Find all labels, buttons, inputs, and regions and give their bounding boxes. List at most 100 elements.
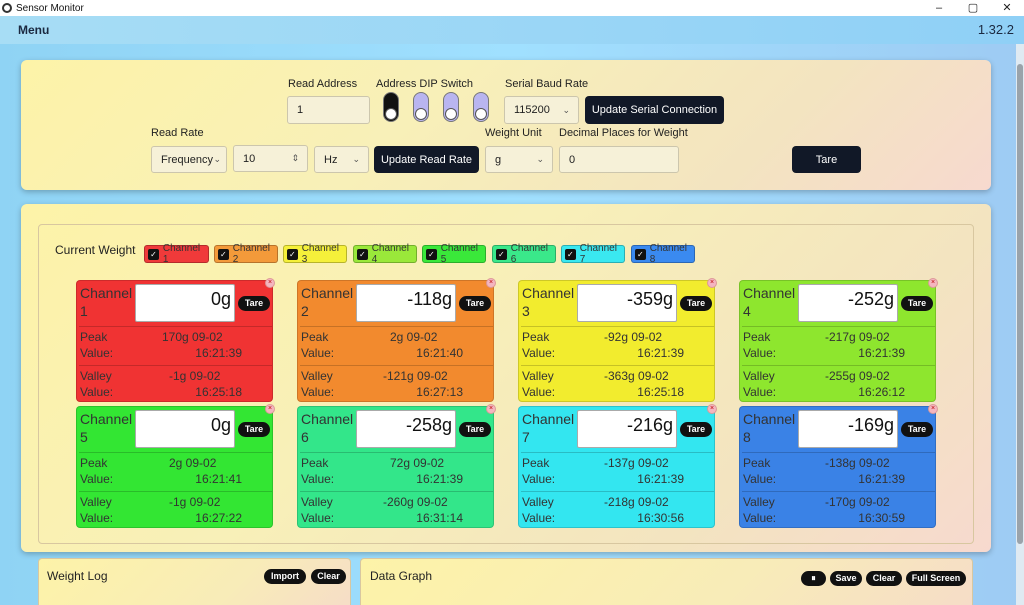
window-titlebar: Sensor Monitor – ▢ ✕ bbox=[0, 0, 1024, 16]
channel-weight-display: -216g bbox=[577, 410, 677, 448]
dip-switch-1[interactable] bbox=[383, 92, 399, 122]
checkbox-checked-icon[interactable]: ✓ bbox=[148, 248, 159, 260]
channel-toggle-3[interactable]: ✓ Channel 3 bbox=[283, 243, 347, 265]
dip-switch-3[interactable] bbox=[443, 92, 459, 122]
channel-tare-button[interactable]: Tare bbox=[680, 296, 712, 311]
checkbox-checked-icon[interactable]: ✓ bbox=[426, 248, 437, 260]
channel-card-7: Channel 7 -216g Tare × Peak Value: -137g 09-02… bbox=[518, 404, 717, 528]
valley-time: 16:25:18 bbox=[637, 385, 684, 399]
channel-close-icon[interactable]: × bbox=[486, 278, 496, 288]
read-rate-mode-select[interactable]: Frequency ⌄ bbox=[151, 146, 227, 173]
channel-close-icon[interactable]: × bbox=[707, 278, 717, 288]
peak-time: 16:21:39 bbox=[195, 346, 242, 360]
channel-toggle-2[interactable]: ✓ Channel 2 bbox=[214, 243, 278, 265]
checkbox-checked-icon[interactable]: ✓ bbox=[635, 248, 646, 260]
scrollbar-thumb[interactable] bbox=[1017, 64, 1023, 544]
save-graph-button[interactable]: Save bbox=[830, 571, 862, 586]
valley-time: 16:31:14 bbox=[416, 511, 463, 525]
read-rate-label: Read Rate bbox=[151, 127, 204, 139]
valley-value-label: Value: bbox=[522, 385, 556, 399]
channel-close-icon[interactable]: × bbox=[707, 404, 717, 414]
valley-time: 16:26:12 bbox=[858, 385, 905, 399]
channel-tare-button[interactable]: Tare bbox=[901, 296, 933, 311]
channel-close-icon[interactable]: × bbox=[265, 404, 275, 414]
peak-time: 16:21:39 bbox=[858, 472, 905, 486]
peak-label: Peak bbox=[80, 456, 108, 470]
channel-toggle-6[interactable]: ✓ Channel 6 bbox=[492, 243, 556, 265]
checkbox-checked-icon[interactable]: ✓ bbox=[218, 248, 229, 260]
peak-value-label: Value: bbox=[522, 346, 556, 360]
close-window-button[interactable]: ✕ bbox=[990, 0, 1024, 16]
channel-toggle-1[interactable]: ✓ Channel 1 bbox=[144, 243, 209, 265]
peak-time: 16:21:39 bbox=[858, 346, 905, 360]
read-address-label: Read Address bbox=[288, 78, 358, 90]
channel-name: Channel 7 bbox=[522, 411, 575, 445]
valley-value-label: Value: bbox=[743, 385, 777, 399]
checkbox-checked-icon[interactable]: ✓ bbox=[357, 248, 368, 260]
peak-value-label: Value: bbox=[301, 472, 335, 486]
checkbox-checked-icon[interactable]: ✓ bbox=[287, 248, 298, 260]
channel-close-icon[interactable]: × bbox=[265, 278, 275, 288]
divider bbox=[300, 491, 493, 492]
minimize-button[interactable]: – bbox=[922, 0, 956, 16]
maximize-button[interactable]: ▢ bbox=[956, 0, 990, 16]
channel-close-icon[interactable]: × bbox=[486, 404, 496, 414]
channel-toggle-5[interactable]: ✓ Channel 5 bbox=[422, 243, 486, 265]
divider bbox=[521, 491, 714, 492]
channel-toggle-4[interactable]: ✓ Channel 4 bbox=[353, 243, 417, 265]
checkbox-checked-icon[interactable]: ✓ bbox=[496, 248, 507, 260]
dip-switch-4[interactable] bbox=[473, 92, 489, 122]
valley-label: Valley bbox=[522, 369, 554, 383]
decimal-places-label: Decimal Places for Weight bbox=[559, 127, 688, 139]
clear-graph-button[interactable]: Clear bbox=[866, 571, 902, 586]
valley-label: Valley bbox=[301, 369, 333, 383]
channel-tare-button[interactable]: Tare bbox=[459, 422, 491, 437]
channel-tare-button[interactable]: Tare bbox=[680, 422, 712, 437]
read-address-input[interactable]: 1 bbox=[287, 96, 370, 124]
valley-time: 16:25:18 bbox=[195, 385, 242, 399]
peak-value: -92g 09-02 bbox=[604, 330, 663, 344]
peak-label: Peak bbox=[743, 330, 771, 344]
channel-toggle-label: Channel 8 bbox=[649, 243, 687, 265]
clear-log-button[interactable]: Clear bbox=[311, 569, 346, 584]
valley-value: -170g 09-02 bbox=[825, 495, 890, 509]
read-rate-value-input[interactable]: 10 ⇕ bbox=[233, 145, 308, 172]
peak-label: Peak bbox=[80, 330, 108, 344]
channel-close-icon[interactable]: × bbox=[928, 278, 938, 288]
channel-toggle-7[interactable]: ✓ Channel 7 bbox=[561, 243, 625, 265]
channel-weight-display: 0g bbox=[135, 284, 235, 322]
stepper-icon[interactable]: ⇕ bbox=[291, 153, 299, 164]
divider bbox=[742, 326, 935, 327]
divider bbox=[521, 365, 714, 366]
page-scrollbar[interactable] bbox=[1016, 44, 1024, 605]
channel-name: Channel 6 bbox=[301, 411, 354, 445]
peak-time: 16:21:39 bbox=[637, 346, 684, 360]
fullscreen-button[interactable]: Full Screen bbox=[906, 571, 966, 586]
menu-button[interactable]: Menu bbox=[18, 23, 49, 37]
valley-label: Valley bbox=[522, 495, 554, 509]
channel-tare-button[interactable]: Tare bbox=[901, 422, 933, 437]
import-button[interactable]: Import bbox=[264, 569, 306, 584]
valley-value: -1g 09-02 bbox=[169, 495, 221, 509]
read-rate-unit-select[interactable]: Hz ⌄ bbox=[314, 146, 369, 173]
tare-all-button[interactable]: Tare bbox=[792, 146, 861, 173]
dip-switch-2[interactable] bbox=[413, 92, 429, 122]
peak-label: Peak bbox=[522, 330, 550, 344]
channel-tare-button[interactable]: Tare bbox=[238, 422, 270, 437]
baud-rate-select[interactable]: 115200 ⌄ bbox=[504, 96, 579, 124]
channel-tare-button[interactable]: Tare bbox=[459, 296, 491, 311]
update-serial-button[interactable]: Update Serial Connection bbox=[585, 96, 724, 124]
weight-unit-select[interactable]: g ⌄ bbox=[485, 146, 553, 173]
channel-tare-button[interactable]: Tare bbox=[238, 296, 270, 311]
channel-close-icon[interactable]: × bbox=[928, 404, 938, 414]
update-read-rate-button[interactable]: Update Read Rate bbox=[374, 146, 479, 173]
valley-value: -260g 09-02 bbox=[383, 495, 448, 509]
pause-button[interactable]: ⏸ bbox=[801, 571, 826, 586]
checkbox-checked-icon[interactable]: ✓ bbox=[565, 248, 576, 260]
read-rate-value: 10 bbox=[243, 152, 256, 165]
channel-name: Channel 2 bbox=[301, 285, 354, 319]
channel-toggle-8[interactable]: ✓ Channel 8 bbox=[631, 243, 695, 265]
decimal-places-input[interactable]: 0 bbox=[559, 146, 679, 173]
read-rate-mode-value: Frequency bbox=[161, 153, 213, 166]
channel-toggle-label: Channel 5 bbox=[440, 243, 478, 265]
